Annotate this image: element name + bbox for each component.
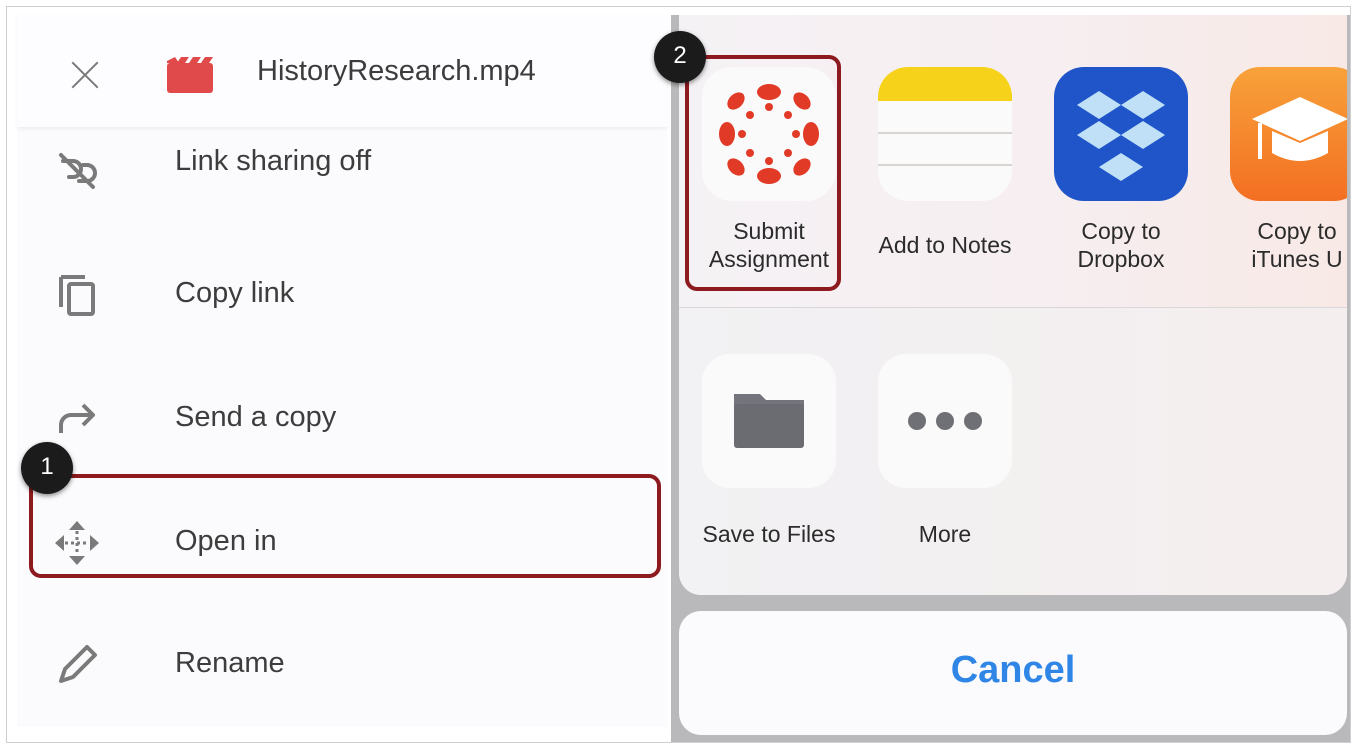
action-label: More — [918, 521, 972, 547]
action-row: Save to Files More — [679, 308, 1347, 595]
action-save-to-files[interactable]: Save to Files — [689, 354, 849, 548]
copy-icon — [59, 275, 95, 316]
menu-item-label: Rename — [175, 647, 285, 679]
menu-item-send-copy[interactable]: Send a copy — [17, 371, 667, 461]
pencil-icon — [59, 645, 97, 683]
menu-item-label: Link sharing off — [175, 145, 372, 177]
dropbox-icon — [1054, 67, 1188, 201]
app-label: Copy to Dropbox — [1077, 218, 1165, 272]
share-arrow-icon — [59, 403, 95, 433]
video-file-icon — [167, 57, 213, 93]
itunes-u-icon — [1230, 67, 1347, 201]
app-copy-to-itunes-u[interactable]: Copy to iTunes U — [1217, 67, 1347, 273]
close-icon[interactable] — [69, 59, 101, 91]
menu-item-copy-link[interactable]: Copy link — [17, 247, 667, 337]
file-header: HistoryResearch.mp4 — [17, 15, 667, 127]
screenshot-frame: HistoryResearch.mp4 Link sharing off Cop… — [6, 6, 1351, 743]
action-more[interactable]: More — [865, 354, 1025, 548]
app-copy-to-dropbox[interactable]: Copy to Dropbox — [1041, 67, 1201, 273]
notes-icon — [878, 67, 1012, 201]
app-add-to-notes[interactable]: Add to Notes — [865, 67, 1025, 259]
folder-icon — [702, 354, 836, 488]
menu-item-label: Send a copy — [175, 401, 337, 433]
cancel-button[interactable]: Cancel — [679, 611, 1347, 735]
file-name: HistoryResearch.mp4 — [257, 55, 536, 87]
app-label: Add to Notes — [878, 232, 1012, 258]
open-in-highlight — [29, 474, 661, 578]
menu-item-label: Copy link — [175, 277, 295, 309]
app-label: Copy to iTunes U — [1251, 218, 1343, 272]
action-label: Save to Files — [702, 521, 836, 547]
submit-assignment-highlight — [685, 55, 841, 291]
menu-item-link-sharing[interactable]: Link sharing off — [17, 123, 667, 213]
menu-item-rename[interactable]: Rename — [17, 617, 667, 707]
step-badge-1: 1 — [21, 442, 73, 494]
step-badge-2: 2 — [654, 31, 706, 83]
cancel-label: Cancel — [950, 649, 1076, 691]
link-off-icon — [59, 153, 97, 189]
more-dots-icon — [878, 354, 1012, 488]
file-options-panel: HistoryResearch.mp4 Link sharing off Cop… — [17, 15, 667, 727]
